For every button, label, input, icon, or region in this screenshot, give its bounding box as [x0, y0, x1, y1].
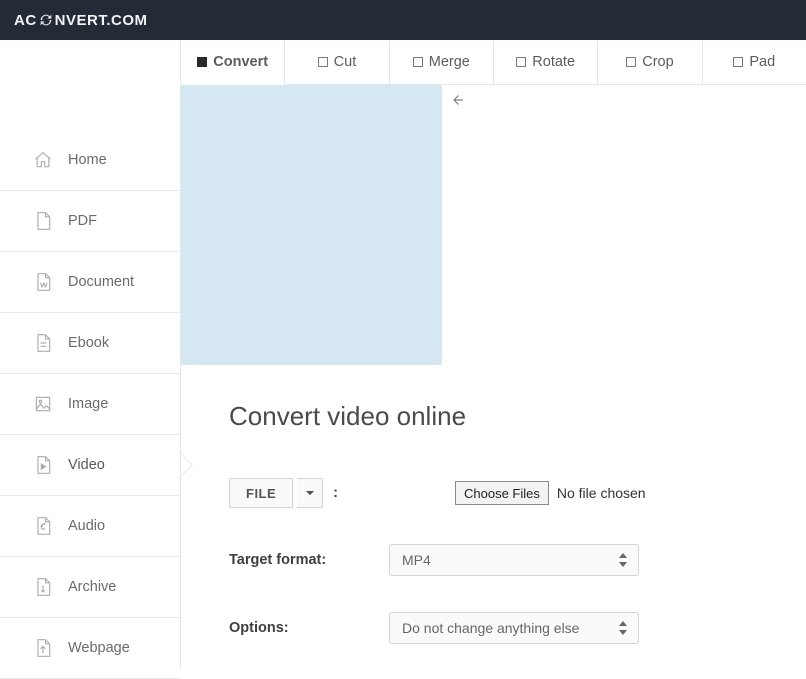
square-icon	[318, 57, 328, 67]
square-icon	[626, 57, 636, 67]
row-target-format: Target format: MP4	[229, 544, 806, 576]
sidebar-item-label: Ebook	[68, 335, 109, 351]
square-icon	[413, 57, 423, 67]
target-format-label: Target format:	[229, 552, 389, 568]
file-source-button[interactable]: FILE	[229, 478, 293, 508]
updown-icon	[618, 621, 628, 635]
logo-text-pre: AC	[14, 12, 37, 29]
options-label: Options:	[229, 620, 389, 636]
arrow-left-icon[interactable]	[448, 91, 466, 109]
tab-label: Cut	[334, 54, 357, 70]
sidebar-item-home[interactable]: Home	[0, 130, 180, 191]
file-source-dropdown[interactable]	[297, 478, 323, 508]
row-file: FILE : Choose Files No file chosen	[229, 478, 806, 508]
options-select[interactable]: Do not change anything else	[389, 612, 639, 644]
audio-icon	[32, 515, 54, 537]
tab-cut[interactable]: Cut	[285, 40, 389, 85]
topbar: AC NVERT.COM	[0, 0, 806, 40]
tab-label: Rotate	[532, 54, 575, 70]
tab-label: Convert	[213, 54, 268, 70]
ad-placeholder	[181, 85, 442, 365]
tab-merge[interactable]: Merge	[390, 40, 494, 85]
logo-text-post: NVERT.COM	[55, 12, 148, 29]
sidebar-item-label: Home	[68, 152, 107, 168]
square-icon	[197, 57, 207, 67]
document-icon	[32, 271, 54, 293]
sidebar-item-archive[interactable]: Archive	[0, 557, 180, 618]
sidebar-item-label: Archive	[68, 579, 116, 595]
home-icon	[32, 149, 54, 171]
row-options: Options: Do not change anything else	[229, 612, 806, 644]
colon: :	[333, 485, 338, 501]
sidebar-item-ebook[interactable]: Ebook	[0, 313, 180, 374]
sidebar-item-label: Video	[68, 457, 105, 473]
sidebar-item-label: Image	[68, 396, 108, 412]
select-value: MP4	[402, 552, 431, 568]
sidebar-item-audio[interactable]: Audio	[0, 496, 180, 557]
site-logo[interactable]: AC NVERT.COM	[14, 12, 148, 29]
square-icon	[733, 57, 743, 67]
tab-label: Pad	[749, 54, 775, 70]
sidebar-item-label: Webpage	[68, 640, 130, 656]
sidebar-item-video[interactable]: Video	[0, 435, 180, 496]
tab-label: Crop	[642, 54, 673, 70]
target-format-select[interactable]: MP4	[389, 544, 639, 576]
ebook-icon	[32, 332, 54, 354]
sidebar-item-image[interactable]: Image	[0, 374, 180, 435]
pdf-icon	[32, 210, 54, 232]
square-icon	[516, 57, 526, 67]
tab-pad[interactable]: Pad	[703, 40, 806, 85]
sidebar-item-pdf[interactable]: PDF	[0, 191, 180, 252]
tabs: Convert Cut Merge Rotate Crop Pad	[181, 40, 806, 85]
sidebar-item-webpage[interactable]: Webpage	[0, 618, 180, 679]
page-title: Convert video online	[229, 401, 806, 432]
archive-icon	[32, 576, 54, 598]
video-icon	[32, 454, 54, 476]
image-icon	[32, 393, 54, 415]
updown-icon	[618, 553, 628, 567]
choose-files-button[interactable]: Choose Files	[455, 481, 549, 505]
select-value: Do not change anything else	[402, 620, 579, 636]
sidebar-item-document[interactable]: Document	[0, 252, 180, 313]
refresh-icon	[38, 12, 54, 28]
webpage-icon	[32, 637, 54, 659]
tab-crop[interactable]: Crop	[598, 40, 702, 85]
tab-label: Merge	[429, 54, 470, 70]
sidebar-item-label: Document	[68, 274, 134, 290]
no-file-label: No file chosen	[557, 485, 646, 501]
sidebar-item-label: Audio	[68, 518, 105, 534]
content: Convert Cut Merge Rotate Crop Pad Conver…	[180, 40, 806, 669]
tab-convert[interactable]: Convert	[181, 40, 285, 85]
tab-rotate[interactable]: Rotate	[494, 40, 598, 85]
sidebar: Home PDF Document Ebook Image Video Audi…	[0, 40, 180, 669]
sidebar-item-label: PDF	[68, 213, 97, 229]
